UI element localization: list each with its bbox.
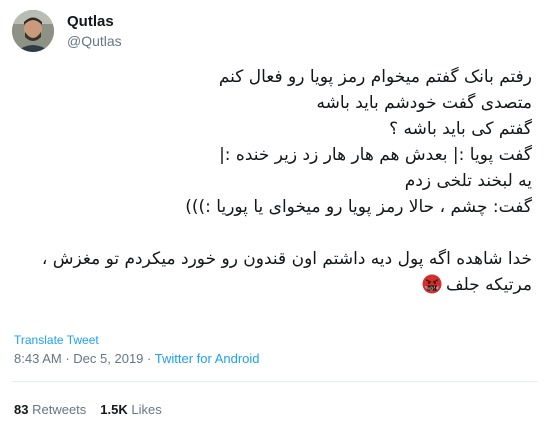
svg-text:#!@%: #!@%	[425, 286, 440, 292]
tweet-line: متصدی گفت خودشم باید باشه	[316, 93, 532, 113]
divider	[12, 381, 538, 382]
tweet-line: یه لبخند تلخی زدم	[404, 171, 532, 191]
tweet-card: Qutlas @Qutlas رفتم بانک گفتم میخوام رمز…	[0, 0, 550, 428]
tweet-meta: 8:43 AM · Dec 5, 2019 · Twitter for Andr…	[14, 351, 260, 366]
user-handle[interactable]: @Qutlas	[67, 33, 122, 49]
tweet-line-last: مرتیکه جلف #!@%	[22, 272, 532, 298]
tweet-line: رفتم بانک گفتم میخوام رمز پویا رو فعال ک…	[218, 67, 532, 87]
likes-label: Likes	[131, 402, 162, 417]
tweet-time[interactable]: 8:43 AM	[14, 351, 62, 366]
tweet-stats: 83 Retweets 1.5K Likes	[14, 402, 162, 417]
tweet-line: گفت: چشم ، حالا رمز پویا رو میخوای یا پو…	[185, 197, 532, 217]
tweet-line: گفتم کی باید باشه ؟	[389, 119, 532, 139]
retweets-count: 83	[14, 402, 29, 417]
retweets-label: Retweets	[32, 402, 87, 417]
angry-face-with-symbols-icon: #!@%	[422, 274, 442, 302]
translate-tweet-link[interactable]: Translate Tweet	[14, 333, 99, 347]
meta-separator: ·	[147, 351, 152, 366]
tweet-line: گفت پویا :| بعدش هم هار هار زد زیر خنده …	[219, 145, 532, 165]
meta-separator: ·	[65, 351, 70, 366]
tweet-date[interactable]: Dec 5, 2019	[73, 351, 143, 366]
likes-count: 1.5K	[100, 402, 128, 417]
tweet-line: مرتیکه جلف	[446, 275, 532, 295]
retweets-stat[interactable]: 83 Retweets	[14, 402, 86, 417]
tweet-text: رفتم بانک گفتم میخوام رمز پویا رو فعال ک…	[22, 64, 532, 298]
display-name[interactable]: Qutlas	[67, 13, 114, 30]
likes-stat[interactable]: 1.5K Likes	[100, 402, 161, 417]
tweet-source-link[interactable]: Twitter for Android	[155, 351, 260, 366]
tweet-line: خدا شاهده اگه پول دیه داشتم اون قندون رو…	[41, 249, 532, 269]
avatar[interactable]	[12, 10, 54, 52]
